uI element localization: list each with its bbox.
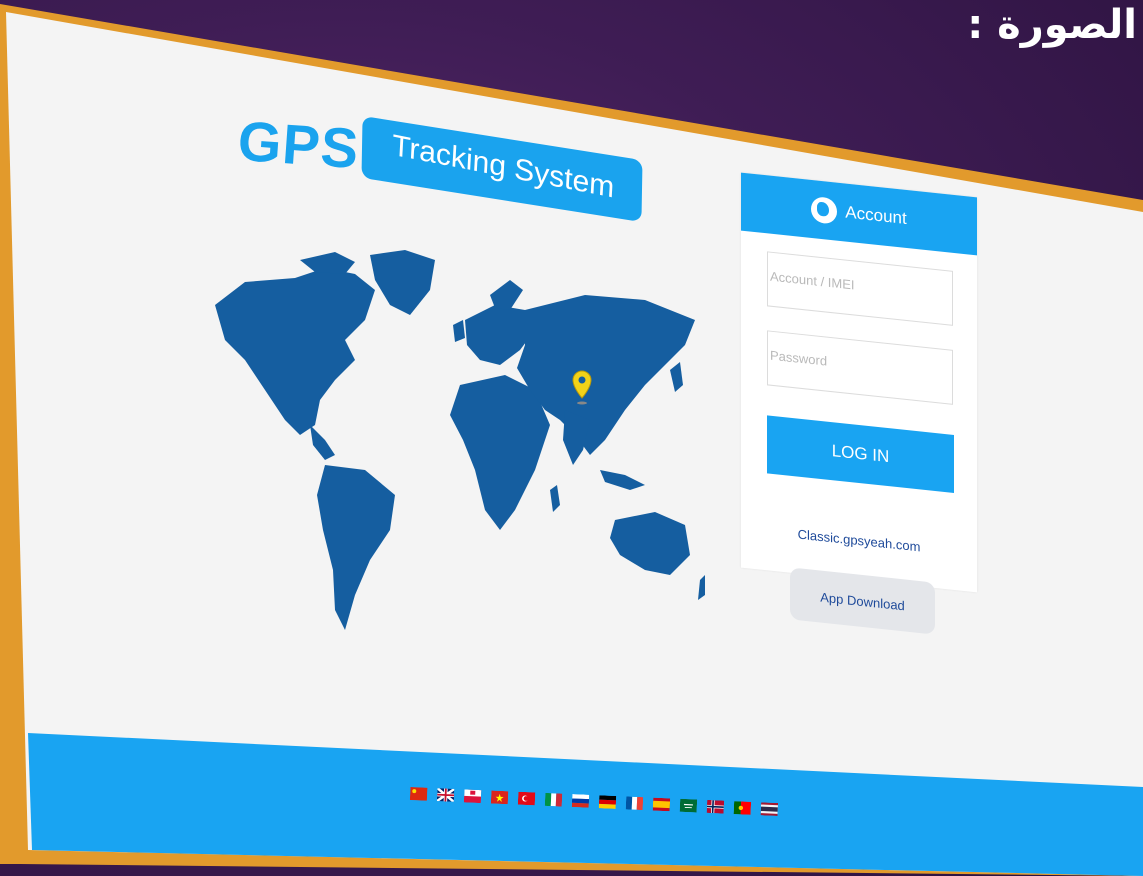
account-placeholder: Account / IMEI	[770, 268, 855, 293]
login-button-label: LOG IN	[831, 441, 890, 467]
screen: الصورة : GPS Tracking System Account Acc…	[0, 0, 1143, 876]
flag-france-icon[interactable]	[625, 796, 644, 811]
password-input[interactable]: Password	[767, 330, 953, 405]
flag-poland-icon[interactable]	[463, 789, 482, 804]
corner-caption: الصورة :	[967, 2, 1137, 48]
flag-thailand-icon[interactable]	[760, 802, 779, 817]
app-download-label: App Download	[820, 589, 905, 613]
account-input[interactable]: Account / IMEI	[767, 251, 953, 326]
world-map	[215, 250, 705, 630]
logo-gps-text: GPS	[235, 108, 362, 181]
globe-icon	[811, 195, 838, 225]
flag-italy-icon[interactable]	[544, 792, 563, 807]
flag-turkey-icon[interactable]	[517, 791, 536, 806]
flag-spain-icon[interactable]	[652, 797, 671, 812]
classic-site-link[interactable]: Classic.gpsyeah.com	[741, 521, 977, 561]
login-button[interactable]: LOG IN	[767, 415, 954, 493]
flag-vietnam-icon[interactable]	[490, 790, 509, 805]
flag-uk-icon[interactable]	[436, 788, 455, 802]
login-header-title: Account	[845, 202, 907, 229]
flag-portugal-icon[interactable]	[733, 801, 752, 815]
password-placeholder: Password	[770, 347, 828, 369]
flag-saudi-icon[interactable]	[679, 798, 698, 813]
flag-china-icon[interactable]	[409, 786, 428, 801]
flag-russia-icon[interactable]	[571, 794, 590, 808]
flag-germany-icon[interactable]	[598, 795, 617, 809]
login-card: Account Account / IMEI Password LOG IN C…	[741, 172, 977, 593]
flag-norway-icon[interactable]	[706, 799, 725, 814]
